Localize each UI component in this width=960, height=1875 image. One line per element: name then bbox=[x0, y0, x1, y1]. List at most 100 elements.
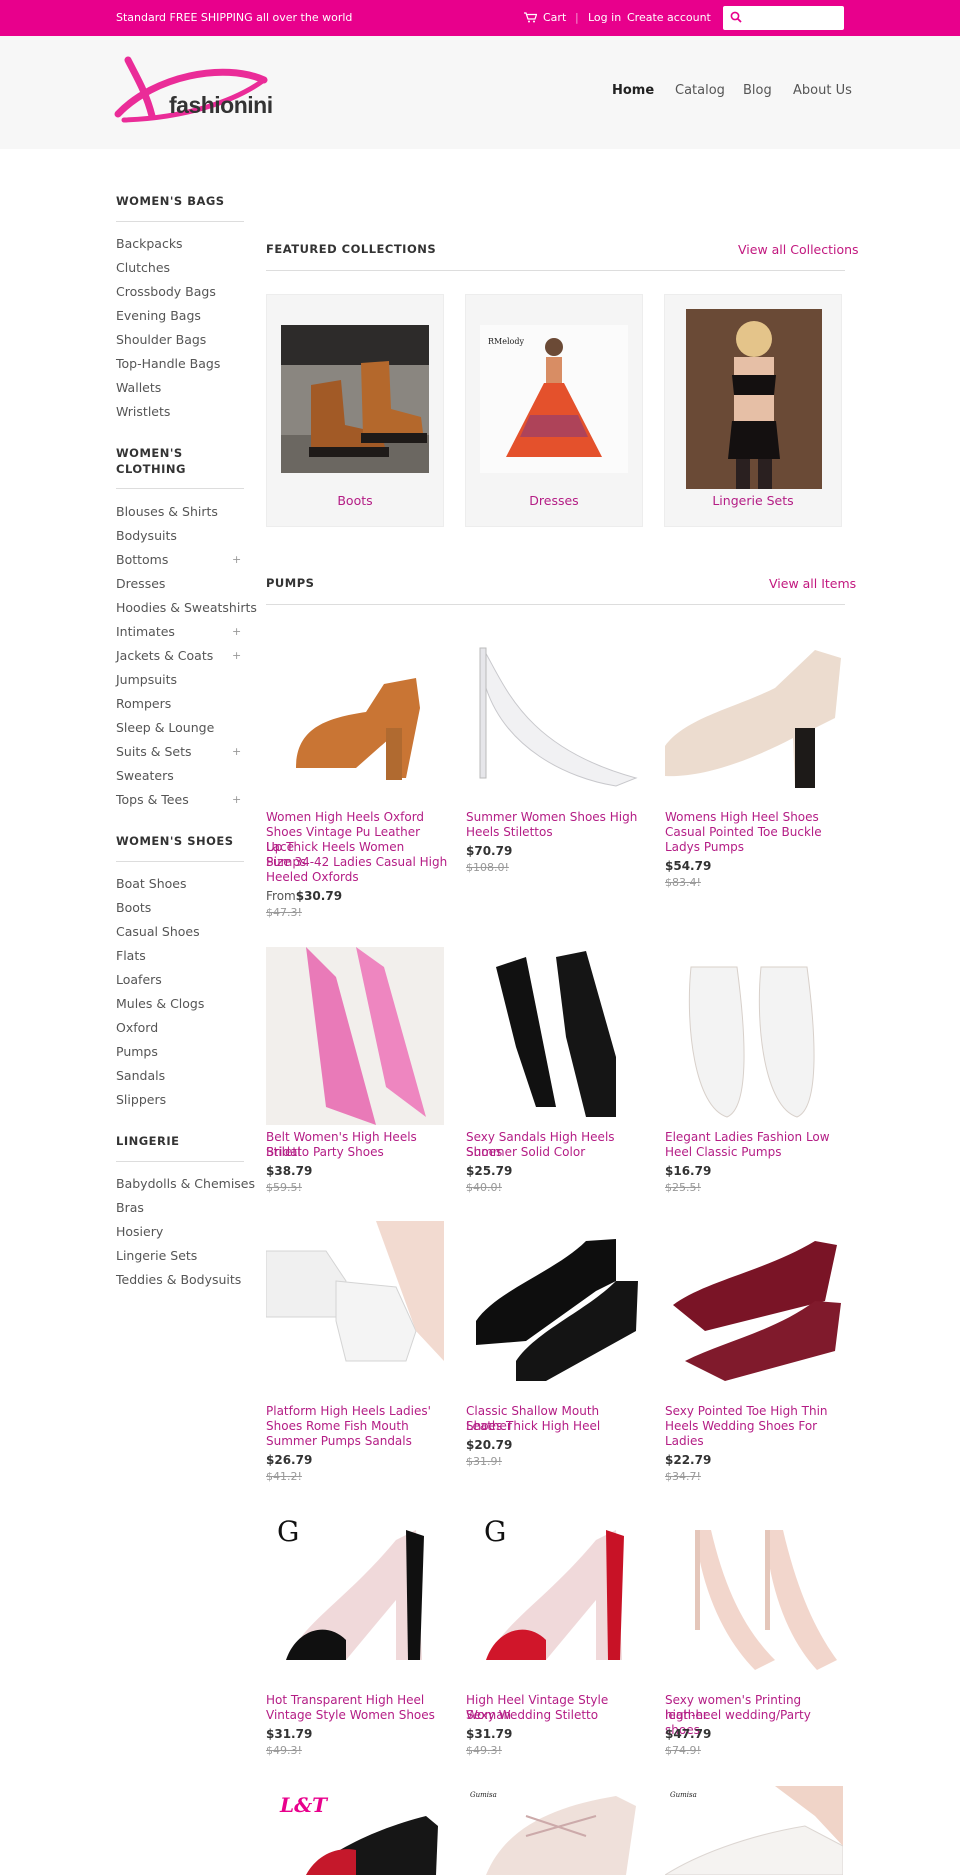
sidebar-item-casual-shoes[interactable]: Casual Shoes bbox=[116, 924, 200, 939]
section-rule bbox=[266, 604, 845, 605]
search-box[interactable] bbox=[723, 6, 844, 30]
product-image[interactable] bbox=[466, 1786, 644, 1875]
product-image[interactable] bbox=[266, 628, 444, 806]
product-title-line[interactable]: Ladys Pumps bbox=[665, 840, 847, 855]
product-title-line[interactable]: Size 34-42 Ladies Casual High bbox=[266, 855, 448, 870]
product-title-line[interactable]: Stiletto Party Shoes bbox=[266, 1145, 448, 1160]
collection-card-dresses[interactable]: RMelody Dresses bbox=[465, 294, 643, 527]
sidebar-item-bodysuits[interactable]: Bodysuits bbox=[116, 528, 177, 543]
sidebar-item-boat-shoes[interactable]: Boat Shoes bbox=[116, 876, 186, 891]
product-image[interactable] bbox=[466, 1221, 644, 1399]
product-title-line[interactable]: Women High Heels Oxford bbox=[266, 810, 448, 825]
product-title-line[interactable]: Sexy Pointed Toe High Thin bbox=[665, 1404, 847, 1419]
product-title-line[interactable]: Summer Solid Color bbox=[466, 1145, 648, 1160]
sidebar-item-jackets[interactable]: Jackets & Coats bbox=[116, 648, 213, 663]
sidebar-item-babydolls[interactable]: Babydolls & Chemises bbox=[116, 1176, 255, 1191]
product-title-line[interactable]: Elegant Ladies Fashion Low bbox=[665, 1130, 847, 1145]
product-image[interactable] bbox=[266, 947, 444, 1125]
product-price: $31.79 bbox=[466, 1727, 513, 1741]
product-image[interactable] bbox=[665, 1510, 843, 1688]
sidebar-item-pumps[interactable]: Pumps bbox=[116, 1044, 158, 1059]
sidebar-item-bras[interactable]: Bras bbox=[116, 1200, 144, 1215]
sidebar-item-boots[interactable]: Boots bbox=[116, 900, 151, 915]
sidebar-item-evening-bags[interactable]: Evening Bags bbox=[116, 308, 201, 323]
product-image[interactable] bbox=[665, 947, 843, 1125]
create-account-link[interactable]: Create account bbox=[627, 11, 711, 24]
collection-card-boots[interactable]: Boots bbox=[266, 294, 444, 527]
nav-home[interactable]: Home bbox=[612, 83, 654, 98]
sidebar-item-sleep-lounge[interactable]: Sleep & Lounge bbox=[116, 720, 214, 735]
product-image[interactable] bbox=[665, 1786, 843, 1875]
expand-bottoms[interactable]: + bbox=[232, 553, 241, 566]
site-logo[interactable]: fashionini bbox=[114, 56, 274, 136]
sidebar-item-wallets[interactable]: Wallets bbox=[116, 380, 161, 395]
sidebar-item-oxford[interactable]: Oxford bbox=[116, 1020, 158, 1035]
product-title-line[interactable]: Sexy Wedding Stiletto bbox=[466, 1708, 648, 1723]
product-image[interactable] bbox=[665, 628, 843, 806]
product-title-line[interactable]: Shoes Rome Fish Mouth bbox=[266, 1419, 448, 1434]
expand-intimates[interactable]: + bbox=[232, 625, 241, 638]
product-price: $38.79 bbox=[266, 1164, 313, 1178]
nav-catalog[interactable]: Catalog bbox=[675, 83, 725, 98]
product-image[interactable] bbox=[466, 628, 644, 806]
product-title-line[interactable]: Ladies bbox=[665, 1434, 847, 1449]
view-all-items-link[interactable]: View all Items bbox=[769, 576, 856, 591]
sidebar-item-tops-tees[interactable]: Tops & Tees bbox=[116, 792, 189, 807]
expand-suits-sets[interactable]: + bbox=[232, 745, 241, 758]
sidebar-item-top-handle-bags[interactable]: Top-Handle Bags bbox=[116, 356, 220, 371]
sidebar-item-hosiery[interactable]: Hosiery bbox=[116, 1224, 163, 1239]
product-image[interactable] bbox=[665, 1221, 843, 1399]
product-title-line[interactable]: Shoes Thick High Heel bbox=[466, 1419, 648, 1434]
sidebar-item-sweaters[interactable]: Sweaters bbox=[116, 768, 174, 783]
product-title-line[interactable]: Platform High Heels Ladies' bbox=[266, 1404, 448, 1419]
product-title-line[interactable]: Casual Pointed Toe Buckle bbox=[665, 825, 847, 840]
sidebar-item-blouses[interactable]: Blouses & Shirts bbox=[116, 504, 218, 519]
sidebar-item-rompers[interactable]: Rompers bbox=[116, 696, 171, 711]
sidebar-item-backpacks[interactable]: Backpacks bbox=[116, 236, 183, 251]
search-input[interactable] bbox=[747, 9, 839, 27]
product-image[interactable] bbox=[266, 1221, 444, 1399]
divider: | bbox=[575, 11, 579, 24]
sidebar-item-shoulder-bags[interactable]: Shoulder Bags bbox=[116, 332, 206, 347]
expand-jackets[interactable]: + bbox=[232, 649, 241, 662]
sidebar-item-intimates[interactable]: Intimates bbox=[116, 624, 175, 639]
cart-link[interactable]: Cart bbox=[524, 11, 566, 24]
sidebar-item-loafers[interactable]: Loafers bbox=[116, 972, 162, 987]
product-price: $16.79 bbox=[665, 1164, 712, 1178]
sidebar-rule bbox=[116, 221, 244, 222]
product-title-line[interactable]: Heels Wedding Shoes For bbox=[665, 1419, 847, 1434]
product-price: $25.79 bbox=[466, 1164, 513, 1178]
view-all-collections-link[interactable]: View all Collections bbox=[738, 242, 859, 257]
expand-tops-tees[interactable]: + bbox=[232, 793, 241, 806]
sidebar-item-clutches[interactable]: Clutches bbox=[116, 260, 170, 275]
sidebar-item-hoodies[interactable]: Hoodies & Sweatshirts bbox=[116, 600, 257, 615]
nav-about[interactable]: About Us bbox=[793, 83, 852, 98]
product-title-line[interactable]: Vintage Style Women Shoes bbox=[266, 1708, 448, 1723]
product-title-line[interactable]: Heel Classic Pumps bbox=[665, 1145, 847, 1160]
sidebar-item-suits-sets[interactable]: Suits & Sets bbox=[116, 744, 191, 759]
login-link[interactable]: Log in bbox=[588, 11, 621, 24]
product-title-line[interactable]: Heels Stilettos bbox=[466, 825, 648, 840]
product-old-price: $108.0! bbox=[466, 861, 509, 874]
sidebar-item-jumpsuits[interactable]: Jumpsuits bbox=[116, 672, 177, 687]
shipping-notice: Standard FREE SHIPPING all over the worl… bbox=[116, 11, 353, 24]
sidebar-item-mules-clogs[interactable]: Mules & Clogs bbox=[116, 996, 204, 1011]
sidebar-item-dresses[interactable]: Dresses bbox=[116, 576, 165, 591]
product-image[interactable] bbox=[466, 947, 644, 1125]
product-title-line[interactable]: Womens High Heel Shoes bbox=[665, 810, 847, 825]
nav-blog[interactable]: Blog bbox=[743, 83, 772, 98]
product-price: From$30.79 bbox=[266, 889, 342, 903]
product-title-line[interactable]: Heeled Oxfords bbox=[266, 870, 448, 885]
product-title-line[interactable]: Summer Women Shoes High bbox=[466, 810, 648, 825]
sidebar-item-crossbody-bags[interactable]: Crossbody Bags bbox=[116, 284, 216, 299]
collection-card-lingerie-sets[interactable]: Lingerie Sets bbox=[664, 294, 842, 527]
sidebar-item-wristlets[interactable]: Wristlets bbox=[116, 404, 170, 419]
sidebar-item-lingerie-sets[interactable]: Lingerie Sets bbox=[116, 1248, 197, 1263]
sidebar-item-slippers[interactable]: Slippers bbox=[116, 1092, 166, 1107]
product-title-line[interactable]: Hot Transparent High Heel bbox=[266, 1693, 448, 1708]
sidebar-item-bottoms[interactable]: Bottoms bbox=[116, 552, 168, 567]
sidebar-item-sandals[interactable]: Sandals bbox=[116, 1068, 165, 1083]
product-title-line[interactable]: Summer Pumps Sandals bbox=[266, 1434, 448, 1449]
sidebar-item-teddies[interactable]: Teddies & Bodysuits bbox=[116, 1272, 241, 1287]
sidebar-item-flats[interactable]: Flats bbox=[116, 948, 146, 963]
